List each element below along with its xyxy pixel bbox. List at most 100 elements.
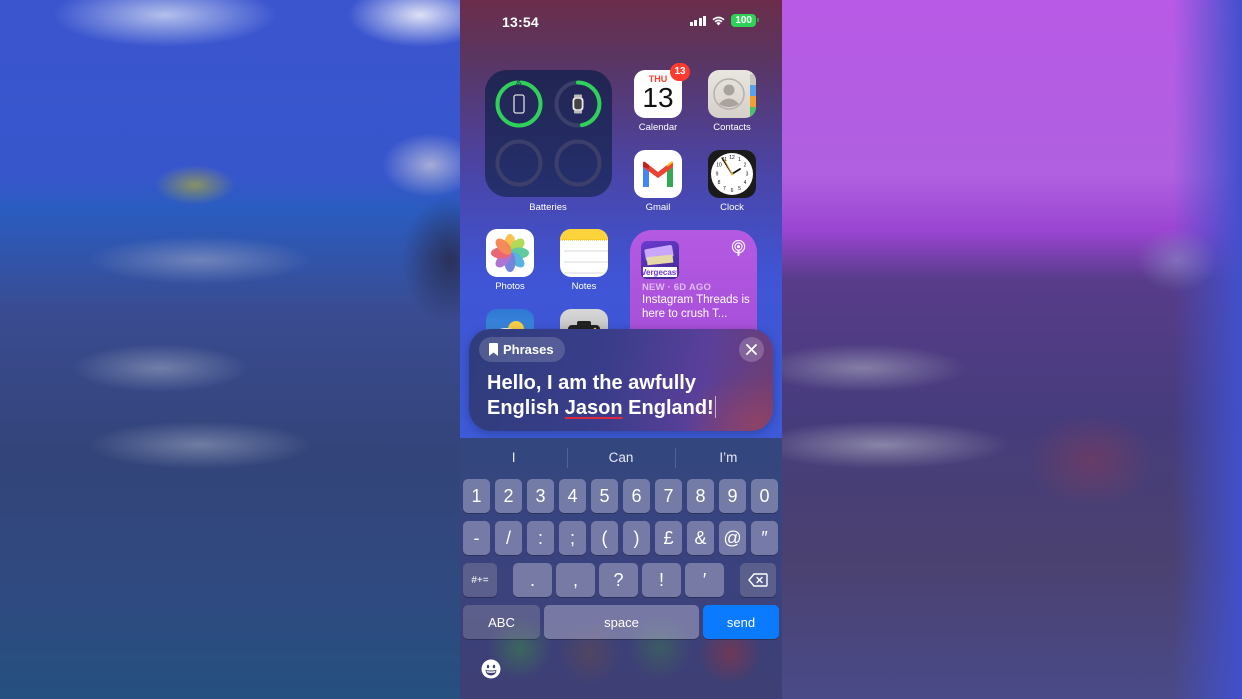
phrase-text-input[interactable]: Hello, I am the awfully English Jason En… — [487, 371, 757, 421]
empty-battery-ring — [554, 139, 602, 187]
backspace-icon — [748, 573, 768, 587]
key-9[interactable]: 9 — [719, 479, 746, 513]
battery-icon: 100 — [731, 14, 759, 27]
photos-flower-icon — [491, 234, 529, 272]
vergecast-text: Vergecast — [641, 268, 679, 277]
suggestion-item[interactable]: I’m — [674, 438, 782, 478]
key-pound[interactable]: £ — [655, 521, 682, 555]
key-7[interactable]: 7 — [655, 479, 682, 513]
blurred-background-right — [782, 0, 1242, 699]
batteries-widget[interactable] — [485, 70, 612, 197]
key-hyphen[interactable]: - — [463, 521, 490, 555]
podcast-meta: NEW · 6D AGO — [642, 282, 712, 293]
calendar-notification-badge: 13 — [670, 63, 690, 81]
space-key[interactable]: space — [544, 605, 699, 639]
clock-label: Clock — [720, 202, 744, 213]
svg-text:8: 8 — [718, 180, 721, 186]
wifi-icon — [712, 16, 725, 26]
text-caret — [714, 396, 716, 418]
watch-battery-ring — [554, 80, 602, 128]
close-button[interactable] — [739, 337, 764, 362]
key-slash[interactable]: / — [495, 521, 522, 555]
phrases-panel: Phrases Hello, I am the awfully English … — [469, 329, 773, 431]
contacts-label: Contacts — [713, 122, 751, 133]
key-comma[interactable]: , — [556, 563, 595, 597]
abc-key[interactable]: ABC — [463, 605, 540, 639]
key-5[interactable]: 5 — [591, 479, 618, 513]
phrases-button[interactable]: Phrases — [479, 337, 565, 362]
bookmark-icon — [489, 343, 498, 356]
phrases-label: Phrases — [503, 342, 554, 357]
clock-face-icon: 12123 4567 891011 — [711, 153, 753, 195]
gmail-app-icon[interactable] — [634, 150, 682, 198]
iphone-battery-ring — [495, 80, 543, 128]
svg-text:7: 7 — [723, 186, 726, 192]
notes-paper-icon — [560, 229, 608, 274]
status-icons: 100 — [689, 14, 759, 27]
photos-app-icon[interactable] — [486, 229, 534, 277]
send-button[interactable]: send — [703, 605, 779, 639]
svg-text:10: 10 — [716, 163, 722, 169]
key-close-paren[interactable]: ) — [623, 521, 650, 555]
key-0[interactable]: 0 — [751, 479, 778, 513]
batteries-widget-label: Batteries — [529, 202, 567, 213]
bottom-row: ABC space send — [463, 605, 779, 639]
suggestion-item[interactable]: Can — [567, 438, 674, 478]
symbol-row: - / : ; ( ) £ & @ ″ — [463, 521, 778, 555]
key-ampersand[interactable]: & — [687, 521, 714, 555]
punctuation-row: #+= . , ? ! ′ — [463, 563, 776, 597]
close-icon — [746, 344, 757, 355]
delete-key[interactable] — [740, 563, 776, 597]
photos-label: Photos — [495, 281, 525, 292]
emoji-icon[interactable] — [481, 659, 501, 679]
key-question[interactable]: ? — [599, 563, 638, 597]
key-3[interactable]: 3 — [527, 479, 554, 513]
key-apostrophe[interactable]: ′ — [685, 563, 724, 597]
key-quote[interactable]: ″ — [751, 521, 778, 555]
suggestion-bar: I Can I’m — [460, 438, 782, 478]
svg-text:1: 1 — [738, 157, 741, 163]
gmail-logo-icon — [643, 161, 673, 187]
svg-text:12: 12 — [729, 155, 735, 161]
number-row: 1 2 3 4 5 6 7 8 9 0 — [463, 479, 778, 513]
phrase-text-part2: England! — [622, 397, 714, 419]
blurred-background-left — [0, 0, 460, 699]
podcast-episode-title: Instagram Threads is here to crush T... — [642, 294, 750, 320]
empty-battery-ring — [495, 139, 543, 187]
key-1[interactable]: 1 — [463, 479, 490, 513]
key-6[interactable]: 6 — [623, 479, 650, 513]
suggestion-item[interactable]: I — [460, 438, 567, 478]
status-time: 13:54 — [502, 14, 539, 30]
key-semicolon[interactable]: ; — [559, 521, 586, 555]
notes-label: Notes — [571, 281, 597, 292]
calendar-label: Calendar — [638, 122, 678, 133]
status-bar: 13:54 100 — [460, 0, 782, 44]
key-at[interactable]: @ — [719, 521, 746, 555]
key-open-paren[interactable]: ( — [591, 521, 618, 555]
key-period[interactable]: . — [513, 563, 552, 597]
vergecast-artwork: Vergecast — [641, 241, 679, 279]
keyboard: I Can I’m 1 2 3 4 5 6 7 8 9 0 - / : ; ( … — [460, 438, 782, 699]
iphone-icon — [513, 94, 525, 114]
calendar-date: 13 — [642, 82, 674, 113]
svg-text:4: 4 — [744, 180, 747, 186]
svg-text:9: 9 — [716, 172, 719, 178]
svg-text:6: 6 — [731, 188, 734, 194]
signal-icon — [689, 15, 707, 26]
key-8[interactable]: 8 — [687, 479, 714, 513]
gmail-label: Gmail — [645, 202, 671, 213]
clock-app-icon[interactable]: 12123 4567 891011 — [708, 150, 756, 198]
more-symbols-key[interactable]: #+= — [463, 563, 497, 597]
key-exclamation[interactable]: ! — [642, 563, 681, 597]
notes-app-icon[interactable] — [560, 229, 608, 277]
phone-screen: 13:54 100 Batteries THU 13 13 Calendar C… — [460, 0, 782, 699]
key-4[interactable]: 4 — [559, 479, 586, 513]
contacts-app-icon[interactable] — [708, 70, 756, 118]
misspelled-word[interactable]: Jason — [565, 397, 623, 419]
svg-text:3: 3 — [746, 172, 749, 178]
key-2[interactable]: 2 — [495, 479, 522, 513]
key-colon[interactable]: : — [527, 521, 554, 555]
contacts-person-icon — [713, 74, 756, 118]
svg-text:5: 5 — [738, 186, 741, 192]
svg-text:2: 2 — [744, 163, 747, 169]
